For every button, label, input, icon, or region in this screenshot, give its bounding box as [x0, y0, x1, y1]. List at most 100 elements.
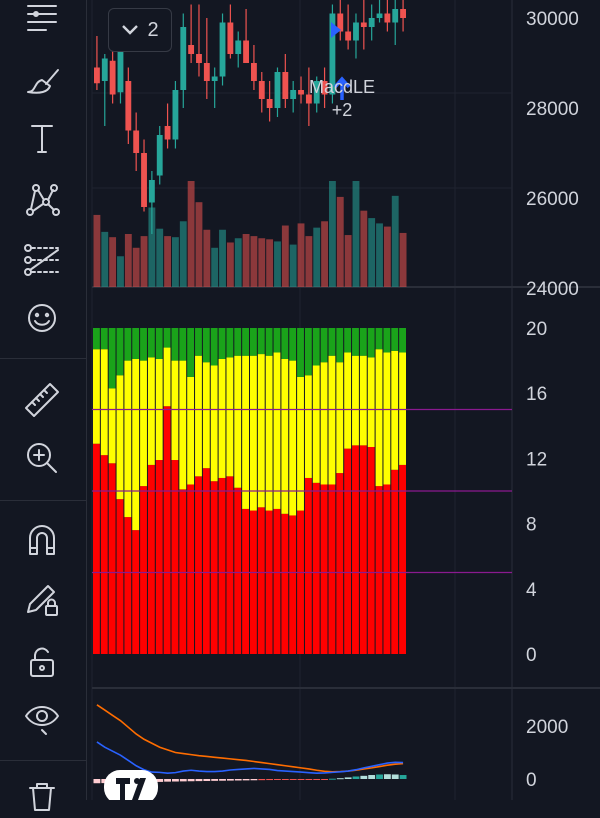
volume-bar [399, 232, 407, 287]
fib-icon[interactable] [14, 238, 70, 282]
price-tick-label: 28000 [526, 99, 579, 120]
price-axis[interactable]: 30000 28000 26000 24000 20 16 12 8 4 0 2000 0 [526, 9, 579, 791]
volume-bar [383, 226, 391, 287]
stacked-oscillator-pane[interactable] [92, 328, 512, 654]
stack-segment [218, 358, 226, 478]
histogram-bar [234, 779, 242, 781]
pencil-lock-icon[interactable] [14, 578, 70, 622]
stack-segment [147, 357, 155, 465]
volume-bar [329, 181, 336, 287]
candle-body [274, 72, 281, 108]
stack-segment [108, 463, 116, 654]
histogram-bar [305, 779, 313, 780]
stack-segment [116, 499, 124, 654]
histogram-bar [242, 779, 250, 781]
stack-segment [218, 328, 226, 359]
stack-segment [367, 328, 375, 358]
zoom-in-icon[interactable] [14, 436, 70, 480]
volume-bar [297, 223, 305, 287]
histogram-bar [172, 779, 179, 782]
macd-signal-label[interactable]: MacdLE +2 [300, 76, 384, 122]
lock-icon[interactable] [14, 640, 70, 684]
volume-bar [124, 234, 132, 287]
candle-body [156, 135, 163, 176]
candle-body [400, 9, 406, 18]
stack-segment [179, 489, 187, 654]
stack-segment [202, 468, 210, 654]
trash-icon[interactable] [14, 774, 70, 818]
stack-segment [328, 328, 336, 356]
macd-tick-label: 2000 [526, 717, 568, 738]
volume-bar [391, 195, 399, 287]
volume-bar [305, 236, 313, 287]
brush-icon[interactable] [14, 58, 70, 102]
price-tick-label: 30000 [526, 9, 579, 30]
stack-segment [124, 328, 132, 361]
magnet-icon[interactable] [14, 518, 70, 562]
signal-name: MacdLE [308, 77, 376, 97]
histogram-bar [321, 779, 328, 780]
histogram-bar [329, 778, 336, 780]
stack-segment [242, 328, 249, 356]
stack-segment [116, 375, 124, 500]
stack-segment [289, 328, 297, 361]
stack-segment [344, 352, 352, 449]
stack-segment [289, 360, 297, 516]
stack-segment [163, 328, 171, 348]
stack-segment [100, 455, 108, 654]
stack-segment [171, 328, 179, 361]
ruler-icon[interactable] [14, 378, 70, 422]
stack-segment [391, 328, 399, 351]
stack-segment [93, 328, 100, 350]
stack-segment [202, 362, 210, 469]
stack-segment [281, 513, 289, 654]
volume-bar [368, 218, 376, 287]
stack-segment [250, 328, 257, 356]
stack-segment [367, 446, 375, 654]
stack-segment [147, 464, 155, 654]
stack-segment [234, 355, 242, 488]
menu-lines-icon[interactable] [14, 0, 70, 42]
volume-bar [156, 228, 164, 287]
stack-segment [289, 515, 297, 654]
histogram-bar [250, 779, 258, 781]
stack-segment [375, 328, 383, 350]
stack-segment [202, 328, 210, 363]
stack-segment [281, 328, 289, 359]
volume-bar [258, 238, 266, 287]
indicators-collapse-button[interactable]: 2 [108, 8, 172, 52]
eye-icon[interactable] [14, 694, 70, 738]
stack-segment [242, 355, 249, 509]
stack-segment [132, 328, 140, 359]
stack-segment [336, 362, 344, 474]
stack-segment [328, 355, 336, 485]
oscillator-tick-label: 20 [526, 319, 547, 340]
volume-bar [101, 231, 109, 287]
stack-segment [265, 355, 273, 511]
price-tick-label: 26000 [526, 189, 579, 210]
stack-segment [359, 445, 367, 654]
emoji-icon[interactable] [14, 296, 70, 340]
candle-body [353, 22, 359, 41]
volume-bar [132, 247, 140, 287]
candle-body [148, 180, 155, 203]
stack-segment [273, 508, 281, 654]
candle-body [94, 67, 100, 84]
oscillator-tick-label: 16 [526, 384, 547, 405]
candle-body [376, 13, 383, 18]
histogram-bar [376, 774, 383, 779]
histogram-bar [211, 779, 219, 781]
text-icon[interactable] [14, 116, 70, 160]
volume-bar [164, 236, 171, 287]
stack-segment [273, 328, 281, 353]
stack-segment [116, 328, 124, 376]
candle-body [384, 13, 391, 23]
volume-bar [234, 238, 242, 287]
pattern-icon[interactable] [14, 178, 70, 222]
tradingview-logo [104, 770, 158, 800]
candle-body [290, 90, 297, 99]
macd-series-line [96, 704, 404, 773]
candle-body [109, 60, 116, 95]
volume-bar [250, 236, 258, 287]
histogram-bar [195, 779, 203, 782]
